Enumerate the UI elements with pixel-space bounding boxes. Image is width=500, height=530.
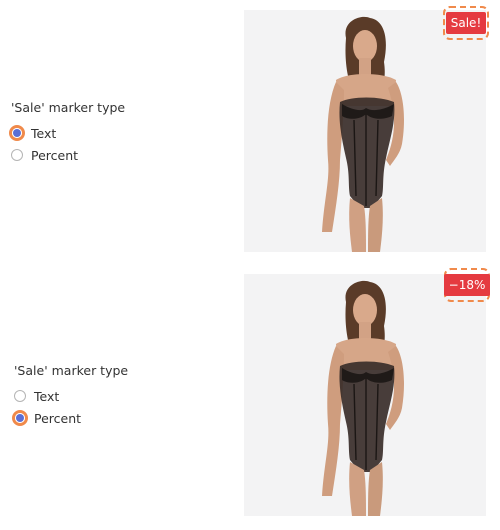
radio-button[interactable] xyxy=(11,149,23,161)
product-image xyxy=(244,274,486,516)
marker-type-setting: 'Sale' marker type Text Percent xyxy=(9,100,126,166)
product-image xyxy=(244,10,486,252)
radio-option-percent[interactable]: Percent xyxy=(11,144,125,166)
sale-badge: Sale! xyxy=(445,12,487,34)
sale-badge-highlight: −18% xyxy=(443,268,491,302)
setting-label: 'Sale' marker type xyxy=(14,363,129,378)
radio-option-percent[interactable]: Percent xyxy=(12,407,128,429)
radio-label: Text xyxy=(31,125,57,141)
product-photo-model xyxy=(322,280,404,516)
setting-label: 'Sale' marker type xyxy=(11,100,126,115)
sale-badge: −18% xyxy=(443,274,491,296)
radio-button[interactable] xyxy=(14,390,26,402)
marker-type-panel-text: 'Sale' marker type Text Percent xyxy=(0,0,500,262)
marker-type-setting: 'Sale' marker type Text Percent xyxy=(12,363,129,429)
radio-label: Text xyxy=(34,388,60,404)
radio-label: Percent xyxy=(34,410,82,426)
radio-option-text[interactable]: Text xyxy=(14,385,128,407)
radio-button-selected[interactable] xyxy=(12,410,28,426)
radio-button-selected[interactable] xyxy=(9,125,25,141)
radio-option-text[interactable]: Text xyxy=(9,122,125,144)
marker-type-panel-percent: 'Sale' marker type Text Percent xyxy=(0,264,500,526)
radio-label: Percent xyxy=(31,147,79,163)
sale-badge-highlight: Sale! xyxy=(443,6,489,40)
product-photo-model xyxy=(322,16,404,252)
